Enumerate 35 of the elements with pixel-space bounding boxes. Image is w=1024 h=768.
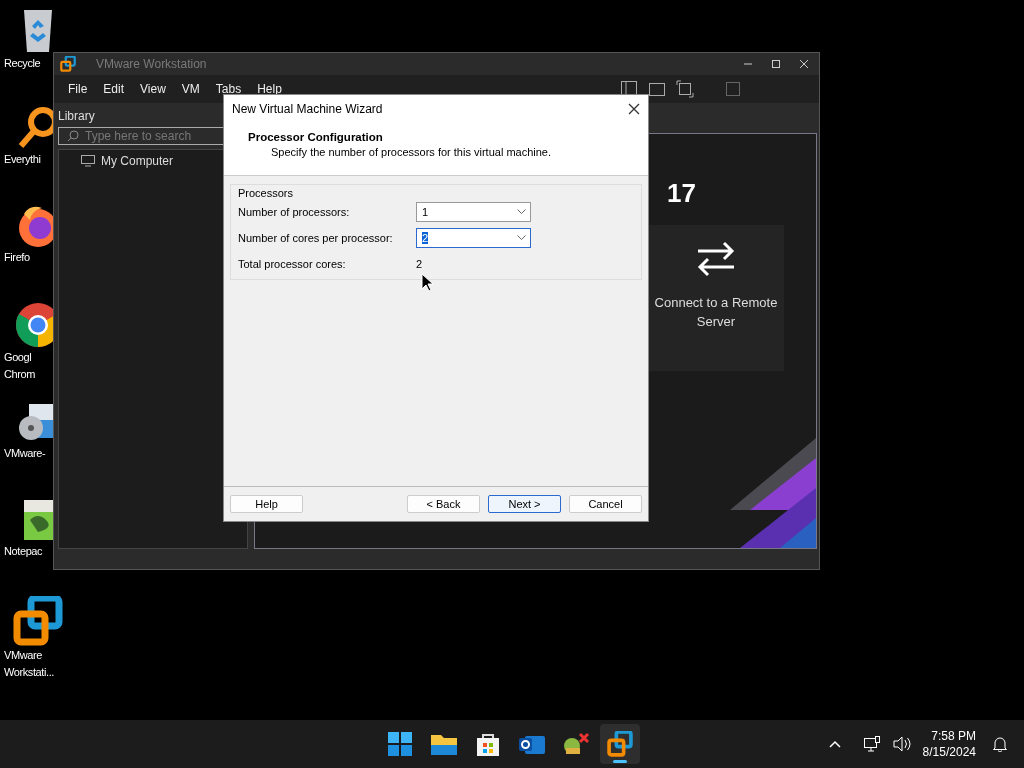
menu-item[interactable]: Tabs xyxy=(207,82,250,96)
dialog-button[interactable]: Cancel xyxy=(569,495,642,513)
field-label: Number of cores per processor: xyxy=(238,232,394,244)
desktop-icon-label[interactable]: VMware- xyxy=(4,446,46,461)
dropdown[interactable]: 2 xyxy=(416,228,531,248)
dialog-button[interactable]: Next > xyxy=(488,495,561,513)
menu-item[interactable]: File xyxy=(60,82,96,96)
page-heading: Processor Configuration xyxy=(248,131,384,143)
version-number: 17 xyxy=(667,178,696,209)
desktop-icon-label[interactable]: Firefo xyxy=(4,250,30,265)
menu-item[interactable]: VM xyxy=(173,82,208,96)
page-subtitle: Specify the number of processors for this virtual machine. xyxy=(270,146,552,158)
tree-item[interactable]: My Computer xyxy=(101,154,174,168)
field-label: Number of processors: xyxy=(238,206,351,218)
field-value: 2 xyxy=(416,258,423,270)
field-label: Total processor cores: xyxy=(238,258,347,270)
desktop-icon-label[interactable]: Chrom xyxy=(4,367,35,382)
desktop-icon-label[interactable]: Recycle xyxy=(4,56,41,71)
window-title: VMware Workstation xyxy=(96,57,207,71)
library-title: Library xyxy=(58,109,96,123)
menu-item[interactable]: Help xyxy=(249,82,290,96)
connect-server-card[interactable]: Connect to a Remote Server xyxy=(648,225,784,371)
desktop-icon-label[interactable]: VMware xyxy=(4,648,42,663)
dropdown[interactable]: 1 xyxy=(416,202,531,222)
group-title: Processors xyxy=(238,187,295,199)
dialog-title: New Virtual Machine Wizard xyxy=(232,102,383,116)
menu-item[interactable]: Edit xyxy=(95,82,133,96)
desktop-icon-label[interactable]: Everythi xyxy=(4,152,41,167)
menu-item[interactable]: View xyxy=(132,82,174,96)
desktop-icon-label[interactable]: Notepac xyxy=(4,544,43,559)
dialog-button[interactable]: < Back xyxy=(407,495,480,513)
desktop-icon-label[interactable]: Googl xyxy=(4,350,32,365)
clock[interactable]: 7:58 PM 8/15/2024 xyxy=(922,728,976,760)
dialog-button[interactable]: Help xyxy=(230,495,303,513)
desktop-icon-label[interactable]: Workstati... xyxy=(4,665,54,680)
